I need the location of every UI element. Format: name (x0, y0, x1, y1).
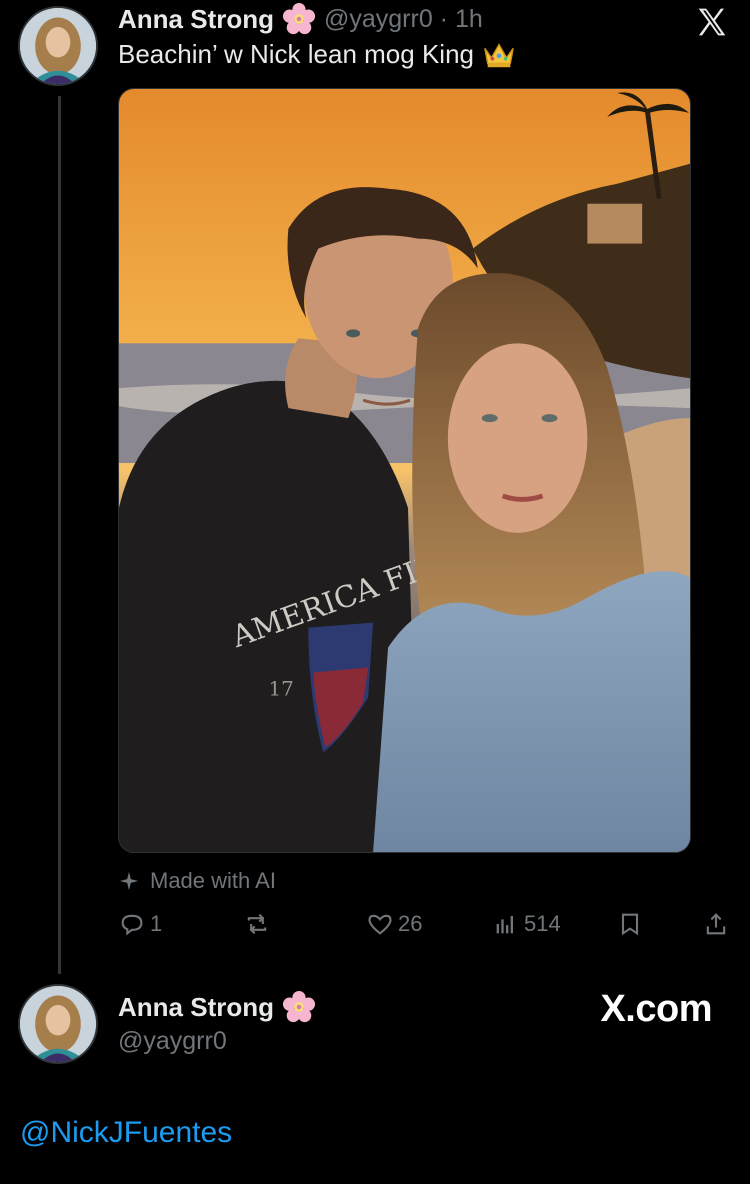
mention-link[interactable]: @NickJFuentes (20, 1116, 232, 1150)
heart-icon (368, 914, 392, 935)
reply-count: 1 (150, 911, 163, 936)
cherry-blossom-icon (282, 990, 316, 1023)
avatar-image (20, 986, 96, 1062)
reply-icon (121, 914, 143, 936)
analytics-icon (496, 915, 513, 934)
repost-icon (247, 913, 267, 935)
ai-label-text: Made with AI (150, 868, 276, 893)
profile-handle[interactable]: @yaygrr0 (118, 1027, 227, 1056)
beach-couple-photo: AMERICA FIRST 17 (119, 89, 690, 852)
share-icon (706, 913, 726, 935)
tweet-text: Beachin’ w Nick lean mog King (118, 38, 516, 70)
thread-line (58, 96, 61, 974)
bookmark-icon (621, 913, 639, 936)
sparkle-icon (119, 871, 139, 891)
share-button[interactable] (702, 904, 730, 944)
ai-label[interactable]: Made with AI (118, 866, 276, 896)
reply-button[interactable]: 1 (118, 904, 162, 944)
x-logo-icon[interactable] (696, 6, 728, 38)
tweet-photo[interactable]: AMERICA FIRST 17 (118, 88, 691, 853)
xcom-brand: X.com (600, 988, 712, 1030)
tweet-actions: 1 26 514 (118, 904, 730, 944)
like-count: 26 (398, 911, 423, 936)
author-name[interactable]: Anna Strong (118, 4, 274, 35)
tweet-body: Beachin’ w Nick lean mog King (118, 38, 474, 69)
views-button[interactable]: 514 (492, 904, 561, 944)
profile-name-row: Anna Strong (118, 990, 316, 1024)
repost-button[interactable] (243, 904, 275, 944)
profile-name[interactable]: Anna Strong (118, 992, 274, 1023)
cherry-blossom-icon (282, 2, 316, 35)
crown-icon (484, 43, 514, 68)
avatar-image (20, 8, 96, 84)
author-avatar[interactable] (18, 6, 98, 86)
profile-avatar[interactable] (18, 984, 98, 1064)
views-count: 514 (524, 911, 561, 936)
like-button[interactable]: 26 (366, 904, 422, 944)
tweet-header: Anna Strong @yaygrr0 · 1h (118, 2, 483, 36)
author-handle-time[interactable]: @yaygrr0 · 1h (324, 5, 483, 34)
bookmark-button[interactable] (616, 904, 644, 944)
hoodie-number: 17 (268, 677, 293, 700)
